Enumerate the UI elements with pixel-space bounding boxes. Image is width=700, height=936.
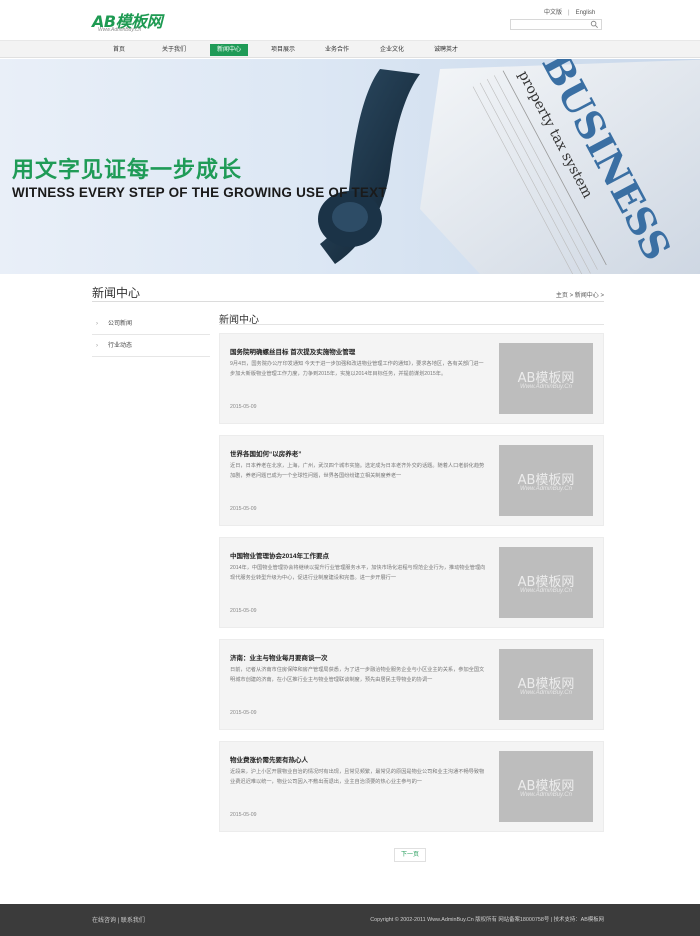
chevron-right-icon: ›	[96, 343, 98, 349]
lang-separator: |	[568, 10, 570, 16]
news-thumbnail[interactable]: AB模板网 Www.AdminBuy.Cn	[499, 649, 593, 720]
nav-projects[interactable]: 项目展示	[264, 44, 302, 56]
sidebar-item-label: 行业动态	[108, 343, 133, 349]
news-title[interactable]: 中国物业管理协会2014年工作要点	[230, 550, 329, 560]
thumbnail-url-text: Www.AdminBuy.Cn	[520, 486, 572, 492]
news-title[interactable]: 国务院明确螺丝目标 首次提及实施物业管理	[230, 346, 355, 356]
next-page-button[interactable]: 下一页	[394, 848, 426, 862]
page-heading: 新闻中心 主页 > 新闻中心 >	[92, 283, 604, 302]
newspaper-image: BUSINESS property tax system	[420, 59, 700, 274]
news-date: 2015-05-09	[230, 608, 257, 614]
news-thumbnail[interactable]: AB模板网 Www.AdminBuy.Cn	[499, 751, 593, 822]
search-icon[interactable]	[590, 20, 599, 29]
news-card[interactable]: 国务院明确螺丝目标 首次提及实施物业管理 9月4日，国务院办公厅印发通知 今天于…	[219, 333, 604, 424]
nav-careers[interactable]: 诚聘英才	[427, 44, 465, 56]
sidebar-item-company-news[interactable]: › 公司新闻	[92, 313, 210, 335]
news-card[interactable]: 济南：业主与物业每月要商谈一次 日前，记者从济南市住房保障和房产管理局获悉，为了…	[219, 639, 604, 730]
news-summary: 日前，记者从济南市住房保障和房产管理局获悉，为了进一步融洽物业服务企业与小区业主…	[230, 667, 485, 683]
news-summary: 近段来，沪上小区开展物业自治的情况时有出现，且常见频繁，最常见的原因是物业公司和…	[230, 769, 485, 785]
news-card[interactable]: 世界各国如何“以房养老” 近日，日本养老在北京，上海，广州，武汉四个城市实施。选…	[219, 435, 604, 526]
news-date: 2015-05-09	[230, 710, 257, 716]
sidebar-item-industry-news[interactable]: › 行业动态	[92, 335, 210, 357]
thumbnail-url-text: Www.AdminBuy.Cn	[520, 792, 572, 798]
thumbnail-url-text: Www.AdminBuy.Cn	[520, 690, 572, 696]
news-date: 2015-05-09	[230, 812, 257, 818]
news-card[interactable]: 物业费涨价需先要有热心人 近段来，沪上小区开展物业自治的情况时有出现，且常见频繁…	[219, 741, 604, 832]
news-thumbnail[interactable]: AB模板网 Www.AdminBuy.Cn	[499, 445, 593, 516]
nav-about[interactable]: 关于我们	[155, 44, 193, 56]
chevron-right-icon: ›	[96, 321, 98, 327]
page-title: 新闻中心	[92, 286, 141, 300]
news-title[interactable]: 济南：业主与物业每月要商谈一次	[230, 652, 328, 662]
nav-cooperation[interactable]: 业务合作	[318, 44, 356, 56]
search-box	[510, 19, 602, 30]
telephone-image	[318, 69, 420, 264]
site-footer: 在线咨询 | 联系我们 Copyright © 2002-2011 Www.Ad…	[0, 904, 700, 936]
footer-links[interactable]: 在线咨询 | 联系我们	[92, 915, 145, 924]
main-nav: 首页 关于我们 新闻中心 项目展示 业务合作 企业文化 诚聘英才	[0, 40, 700, 58]
news-date: 2015-05-09	[230, 404, 257, 410]
footer-copyright: Copyright © 2002-2011 Www.AdminBuy.Cn 版权…	[370, 917, 604, 923]
news-summary: 9月4日，国务院办公厅印发通知 今天于进一步加强和改进物业管理工作的通知》，要求…	[230, 361, 484, 377]
news-summary: 近日，日本养老在北京，上海，广州，武汉四个城市实施。选定成为日本老齐外交的话题。…	[230, 463, 485, 479]
sidebar: › 公司新闻 › 行业动态	[92, 313, 210, 357]
nav-home[interactable]: 首页	[100, 44, 138, 56]
search-input[interactable]	[511, 20, 589, 29]
hero-banner: BUSINESS property tax system 用文字见证每一步成长 …	[0, 59, 700, 274]
language-switcher: 中文版 | English	[544, 7, 595, 16]
thumbnail-url-text: Www.AdminBuy.Cn	[520, 384, 572, 390]
sidebar-item-label: 公司新闻	[108, 321, 133, 327]
top-header: AB模板网 Www.AdminBuy.Cn 中文版 | English	[0, 0, 700, 40]
nav-news[interactable]: 新闻中心	[210, 44, 248, 56]
banner-title-en: WITNESS EVERY STEP OF THE GROWING USE OF…	[12, 185, 387, 200]
news-date: 2015-05-09	[230, 506, 257, 512]
site-logo-subtitle: Www.AdminBuy.Cn	[98, 27, 142, 33]
breadcrumb-separator: >	[569, 293, 574, 299]
news-title[interactable]: 世界各国如何“以房养老”	[230, 448, 302, 458]
news-card[interactable]: 中国物业管理协会2014年工作要点 2014年，中国物业管理协会将继续以提升行业…	[219, 537, 604, 628]
nav-culture[interactable]: 企业文化	[373, 44, 411, 56]
news-summary: 2014年，中国物业管理协会将继续以提升行业管理服务水平，加快市场化进程与规范企…	[230, 565, 486, 581]
news-thumbnail[interactable]: AB模板网 Www.AdminBuy.Cn	[499, 547, 593, 618]
news-thumbnail[interactable]: AB模板网 Www.AdminBuy.Cn	[499, 343, 593, 414]
lang-chinese-link[interactable]: 中文版	[544, 7, 562, 16]
section-divider	[219, 324, 604, 325]
breadcrumb-tail: >	[600, 293, 604, 299]
breadcrumb-home[interactable]: 主页	[556, 293, 568, 299]
banner-title-cn: 用文字见证每一步成长	[12, 158, 243, 183]
breadcrumb: 主页 > 新闻中心 >	[556, 290, 604, 299]
news-title[interactable]: 物业费涨价需先要有热心人	[230, 754, 308, 764]
thumbnail-url-text: Www.AdminBuy.Cn	[520, 588, 572, 594]
breadcrumb-current[interactable]: 新闻中心	[575, 293, 599, 299]
lang-english-link[interactable]: English	[576, 10, 596, 16]
